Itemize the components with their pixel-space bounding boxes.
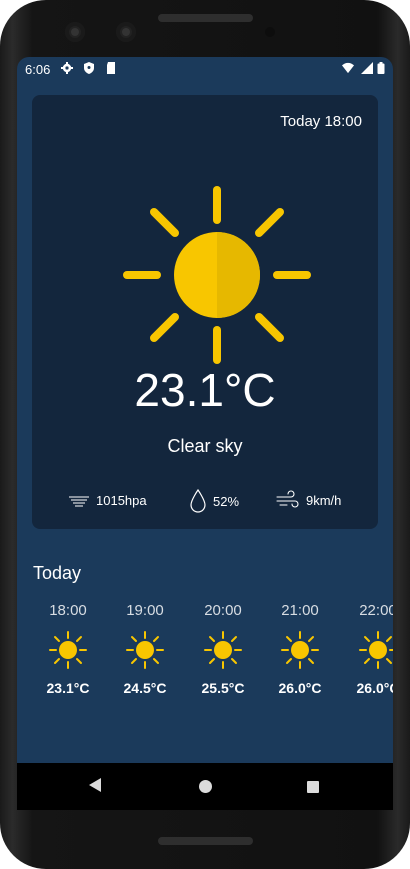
current-datetime: Today 18:00 [280, 113, 362, 130]
hourly-item[interactable]: 18:00 23.1°C [28, 602, 108, 696]
hourly-item[interactable]: 20:00 25.5°C [183, 602, 263, 696]
pressure-stat: 1015hpa [68, 493, 147, 508]
humidity-value: 52% [213, 493, 240, 509]
hour-time: 20:00 [204, 602, 242, 619]
signal-icon [361, 62, 373, 74]
current-temperature: 23.1°C [134, 364, 276, 416]
humidity-drop-icon [190, 489, 206, 513]
sun-icon [123, 186, 311, 364]
hour-time: 19:00 [126, 602, 164, 619]
proximity-sensor [265, 27, 275, 37]
hour-time: 22:00 [359, 602, 393, 619]
wifi-icon [342, 62, 354, 74]
hourly-item[interactable]: 22:00 26.0°C [338, 602, 393, 696]
phone-frame: 6:06 Today 18:00 23.1°C Clear sky 1015hp… [0, 0, 410, 869]
home-icon[interactable] [199, 780, 212, 793]
battery-icon [377, 62, 385, 74]
hour-temperature: 23.1°C [46, 680, 90, 696]
navigation-bar [17, 763, 393, 810]
pressure-value: 1015hpa [96, 493, 147, 508]
status-time: 6:06 [25, 62, 51, 77]
hour-time: 21:00 [281, 602, 319, 619]
hourly-item[interactable]: 19:00 24.5°C [105, 602, 185, 696]
wind-value: 9km/h [306, 492, 342, 508]
sun-icon [49, 631, 87, 669]
hourly-forecast-list[interactable]: 18:00 23.1°C 19:00 24.5°C 20:00 25.5°C 2… [17, 602, 393, 712]
front-camera-secondary [116, 22, 136, 42]
humidity-stat: 52% [189, 489, 239, 513]
top-speaker [158, 14, 253, 22]
wind-stat: 9km/h [276, 490, 341, 510]
hourly-item[interactable]: 21:00 26.0°C [260, 602, 340, 696]
hour-temperature: 25.5°C [201, 680, 245, 696]
pressure-icon [69, 496, 89, 506]
front-camera [65, 22, 85, 42]
current-weather-card: Today 18:00 23.1°C Clear sky 1015hpa 52%… [32, 95, 378, 529]
weather-stats: 1015hpa 52% 9km/h [32, 489, 378, 515]
shield-icon [84, 62, 94, 74]
sun-icon [126, 631, 164, 669]
hour-temperature: 24.5°C [123, 680, 167, 696]
settings-icon [61, 62, 73, 74]
app-screen: 6:06 Today 18:00 23.1°C Clear sky 1015hp… [17, 57, 393, 807]
wind-icon [276, 490, 299, 508]
sun-icon [204, 631, 242, 669]
hour-temperature: 26.0°C [278, 680, 322, 696]
sun-icon [359, 631, 393, 669]
sd-card-icon [107, 62, 115, 74]
status-bar: 6:06 [17, 57, 393, 81]
hour-time: 18:00 [49, 602, 87, 619]
hour-temperature: 26.0°C [356, 680, 393, 696]
recent-apps-icon[interactable] [307, 781, 319, 793]
bottom-speaker [158, 837, 253, 845]
hourly-section-title: Today [33, 563, 82, 583]
weather-condition: Clear sky [167, 436, 243, 456]
back-icon[interactable] [89, 778, 101, 792]
sun-icon [281, 631, 319, 669]
